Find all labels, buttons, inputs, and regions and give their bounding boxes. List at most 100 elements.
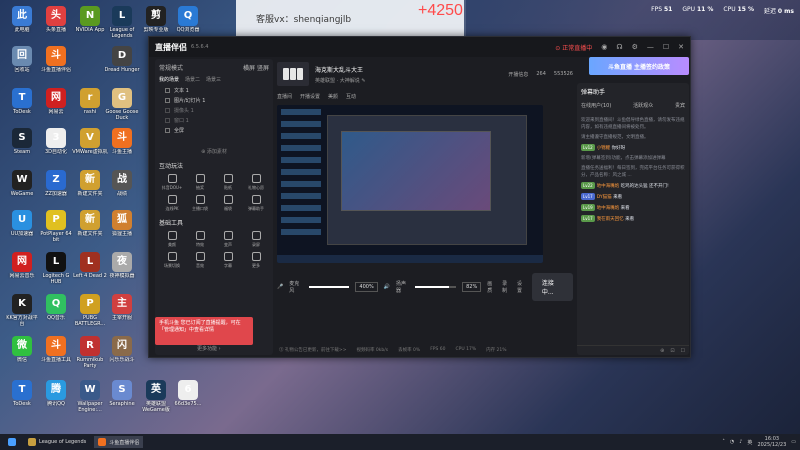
record-button[interactable]: 录制 bbox=[502, 280, 511, 294]
tool-item[interactable]: 主播口袋 bbox=[187, 195, 213, 212]
chevron-up-icon[interactable]: ˄ bbox=[722, 439, 725, 445]
desktop-icon[interactable]: Z ZZ加速器 bbox=[38, 170, 74, 206]
desktop-icon[interactable]: 腾腾讯QQ bbox=[38, 380, 74, 416]
minimize-icon[interactable]: — bbox=[647, 43, 654, 51]
toolbar-beauty[interactable]: 美颜 bbox=[328, 93, 338, 100]
checkbox-icon[interactable] bbox=[165, 108, 170, 113]
tool-item[interactable]: 弹幕助手 bbox=[243, 195, 269, 212]
desktop-icon[interactable]: 微微信 bbox=[4, 336, 40, 372]
close-icon[interactable]: ✕ bbox=[678, 43, 684, 51]
chat-username[interactable]: 我在雨天回忆 bbox=[597, 217, 624, 222]
scene-item[interactable]: 图片/幻灯片 1 bbox=[165, 97, 269, 104]
mode-select[interactable]: 常规模式 bbox=[159, 63, 183, 72]
tool-item[interactable]: 福袋 bbox=[215, 195, 241, 212]
settings-button[interactable]: 设置 bbox=[517, 280, 526, 294]
desktop-icon[interactable]: P PotPlayer 64 bit bbox=[38, 210, 74, 246]
desktop-icon[interactable]: V VMWare虚拟机 bbox=[72, 128, 108, 164]
desktop-icon[interactable]: 英英雄联盟 WeGame版 bbox=[138, 380, 174, 416]
stream-preview[interactable] bbox=[277, 105, 543, 263]
mic-percent[interactable]: 400% bbox=[355, 282, 378, 292]
avatar[interactable]: ◉ bbox=[601, 43, 607, 51]
desktop-icon[interactable]: Q QQ音乐 bbox=[38, 294, 74, 330]
desktop-icon[interactable]: 网网易云音乐 bbox=[4, 252, 40, 288]
filter-icon[interactable]: ⊕ bbox=[660, 348, 664, 354]
checkbox-icon[interactable] bbox=[165, 128, 170, 133]
promo-banner[interactable]: 斗鱼直播 主播签约政策 bbox=[589, 57, 689, 75]
desktop-icon[interactable]: G Goose Goose Duck bbox=[104, 88, 140, 124]
taskbar-item-lol[interactable]: League of Legends bbox=[24, 436, 90, 448]
mic-icon[interactable]: 🎤 bbox=[277, 284, 283, 290]
desktop-icon[interactable]: 3 3D自动化 bbox=[38, 128, 74, 164]
chat-username[interactable]: 地中海嘴炮 bbox=[597, 206, 620, 211]
tab-scene-1[interactable]: 我的场景 bbox=[159, 76, 179, 83]
chat-message[interactable]: Lv12 小锦鲤 你好呀 bbox=[581, 144, 685, 152]
stream-category[interactable]: 英雄联盟 · 大神解说 ✎ bbox=[315, 77, 366, 84]
desktop-icon[interactable]: 新新建文件夹 bbox=[72, 170, 108, 206]
gear-icon[interactable]: ⚙ bbox=[632, 43, 638, 51]
mic-slider[interactable] bbox=[308, 286, 350, 288]
tool-item[interactable]: 贴纸 bbox=[215, 174, 241, 191]
status-tip[interactable]: ⓵ 礼物公告已更新，前往下载>> bbox=[279, 347, 346, 353]
scene-item[interactable]: 全屏 bbox=[165, 127, 269, 134]
tool-item[interactable]: 特效 bbox=[187, 231, 213, 248]
checkbox-icon[interactable] bbox=[165, 88, 170, 93]
desktop-icon[interactable]: 斗斗鱼直播伴侣 bbox=[38, 46, 74, 82]
live-info-link[interactable]: 开播信息 bbox=[508, 71, 528, 78]
tool-item[interactable]: 更多 bbox=[243, 252, 269, 269]
desktop-icon[interactable]: L Left 4 Dead 2 bbox=[72, 252, 108, 288]
chat-message[interactable]: Lv17 DY猫猫 来看 bbox=[581, 193, 685, 201]
desktop-icon[interactable]: 斗斗鱼主播 bbox=[104, 128, 140, 164]
desktop-icon[interactable]: K KK官方对战平台 bbox=[4, 294, 40, 330]
chat-username[interactable]: 地中海嘴炮 bbox=[597, 184, 620, 189]
taskbar-item-companion[interactable]: 斗鱼直播伴侣 bbox=[94, 436, 144, 448]
desktop-icon[interactable]: R Rummikub Party bbox=[72, 336, 108, 372]
landscape-toggle[interactable]: 横屏 bbox=[243, 65, 255, 72]
quality-button[interactable]: 画质 bbox=[487, 280, 496, 294]
tab-scene-2[interactable]: 场景二 bbox=[185, 76, 200, 83]
desktop-icon[interactable]: 狐狐狸主播 bbox=[104, 210, 140, 246]
notification-icon[interactable]: ▭ bbox=[791, 439, 796, 445]
portrait-toggle[interactable]: 竖屏 bbox=[257, 65, 269, 72]
network-icon[interactable]: ◔ bbox=[730, 439, 734, 445]
desktop-icon[interactable]: W Wallpaper Engine:... bbox=[72, 380, 108, 416]
tool-item[interactable]: 抽奖 bbox=[187, 174, 213, 191]
expand-icon[interactable]: ☐ bbox=[681, 348, 685, 354]
tool-item[interactable]: 变声 bbox=[215, 231, 241, 248]
desktop-icon[interactable]: 斗斗鱼直播工具 bbox=[38, 336, 74, 372]
start-button[interactable] bbox=[4, 436, 20, 448]
desktop-icon[interactable]: 回回收站 bbox=[4, 46, 40, 82]
chat-username[interactable]: DY猫猫 bbox=[597, 195, 612, 200]
toolbar-interact[interactable]: 互动 bbox=[346, 93, 356, 100]
chat-message[interactable]: Lv19 地中海嘴炮 来看 bbox=[581, 204, 685, 212]
tool-item[interactable]: 场景切换 bbox=[159, 252, 185, 269]
speaker-icon[interactable]: 🔊 bbox=[384, 284, 390, 290]
speaker-slider[interactable] bbox=[415, 286, 457, 288]
tab-active-viewers[interactable]: 活跃观众 bbox=[633, 102, 653, 109]
tool-item[interactable]: 连线PK bbox=[159, 195, 185, 212]
tool-item[interactable]: 音效 bbox=[187, 252, 213, 269]
lock-icon[interactable]: ⊡ bbox=[670, 348, 674, 354]
scene-item[interactable]: 摄像头 1 bbox=[165, 107, 269, 114]
add-material-button[interactable]: ⊕ 添加素材 bbox=[159, 148, 269, 155]
toolbar-room[interactable]: 直播间 bbox=[277, 93, 292, 100]
desktop-icon[interactable]: r rashi bbox=[72, 88, 108, 124]
desktop-icon[interactable]: T ToDesk bbox=[4, 380, 40, 416]
chat-username[interactable]: 小锦鲤 bbox=[597, 146, 611, 151]
checkbox-icon[interactable] bbox=[165, 118, 170, 123]
desktop-icon[interactable]: 主主宰开服 bbox=[104, 294, 140, 330]
clock[interactable]: 16:03 2025/12/23 bbox=[757, 436, 786, 448]
desktop-icon[interactable]: 新新建文件夹 bbox=[72, 210, 108, 246]
desktop-icon[interactable]: L Logitech G HUB bbox=[38, 252, 74, 288]
headset-icon[interactable]: ☊ bbox=[616, 43, 622, 51]
start-stream-button[interactable]: 连接中... bbox=[531, 273, 573, 301]
desktop-icon[interactable]: 头头条直播 bbox=[38, 6, 74, 42]
chat-message[interactable]: Lv22 地中海嘴炮 吃鸡的达头猛 还不开门! bbox=[581, 182, 685, 190]
stream-title[interactable]: 海克斯大乱斗大王 bbox=[315, 65, 366, 74]
more-functions-link[interactable]: 更多功能 › bbox=[197, 345, 221, 352]
desktop-icon[interactable]: 战战绩 bbox=[104, 170, 140, 206]
scene-item[interactable]: 窗口 1 bbox=[165, 117, 269, 124]
volume-icon[interactable]: ♪ bbox=[739, 439, 742, 445]
tab-online-users[interactable]: 在线用户(10) bbox=[581, 102, 611, 109]
desktop-icon[interactable]: S Seraphine bbox=[104, 380, 140, 416]
toolbar-settings[interactable]: 开播设置 bbox=[300, 93, 320, 100]
